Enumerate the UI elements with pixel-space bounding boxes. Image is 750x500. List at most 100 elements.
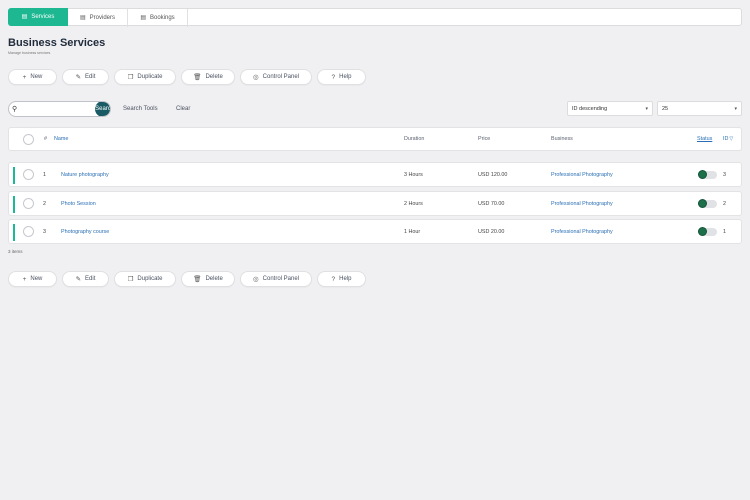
row-checkbox[interactable]	[23, 198, 34, 209]
row-num: 3	[43, 228, 46, 235]
search-icon: ⚲	[12, 106, 18, 113]
delete-button[interactable]: 🗑 Delete	[181, 271, 235, 287]
header-status[interactable]: Status	[697, 128, 712, 150]
copy-icon: ❐	[127, 276, 134, 283]
edit-button-label: Edit	[85, 276, 96, 282]
row-num: 2	[43, 200, 46, 207]
control-panel-button-label: Control Panel	[262, 276, 300, 282]
clear-button[interactable]: Clear	[176, 106, 190, 112]
services-icon: ▤	[21, 14, 28, 20]
row-duration: 3 Hours	[404, 171, 423, 178]
duplicate-button[interactable]: ❐ Duplicate	[114, 69, 176, 85]
row-accent	[13, 196, 15, 213]
duplicate-button[interactable]: ❐ Duplicate	[114, 271, 176, 287]
status-toggle[interactable]	[698, 170, 717, 179]
limit-select-value: 25	[662, 105, 669, 112]
tab-services[interactable]: ▤ Services	[8, 8, 68, 26]
select-all-checkbox[interactable]	[23, 133, 34, 145]
question-icon: ?	[331, 275, 336, 283]
table-row: 2 Photo Session 2 Hours USD 70.00 Profes…	[8, 191, 742, 216]
row-checkbox[interactable]	[23, 169, 34, 180]
tab-services-label: Services	[31, 14, 55, 20]
page-title: Business Services	[8, 37, 106, 49]
tab-bookings[interactable]: ▤ Bookings	[128, 9, 188, 27]
header-num: #	[44, 136, 47, 142]
status-toggle[interactable]	[698, 199, 717, 208]
tab-bookings-label: Bookings	[149, 15, 175, 21]
new-button[interactable]: + New	[8, 271, 57, 287]
row-business-link[interactable]: Professional Photography	[551, 163, 613, 186]
ordering-select-value: ID descending	[572, 105, 608, 112]
edit-button-label: Edit	[85, 74, 96, 80]
control-panel-button[interactable]: ◎ Control Panel	[240, 271, 312, 287]
limit-select[interactable]: 25 ▾	[657, 101, 742, 116]
trash-icon: 🗑	[193, 276, 202, 283]
chevron-down-icon: ▾	[645, 105, 648, 112]
row-business-link[interactable]: Professional Photography	[551, 192, 613, 215]
row-price: USD 70.00	[478, 200, 505, 207]
page-subtitle: Manage business services	[8, 51, 51, 55]
question-icon: ?	[331, 73, 336, 81]
row-id: 2	[723, 200, 726, 207]
row-business-link[interactable]: Professional Photography	[551, 220, 613, 243]
row-name-link[interactable]: Photography course	[61, 220, 109, 243]
table-row: 1 Nature photography 3 Hours USD 120.00 …	[8, 162, 742, 187]
new-button-label: New	[30, 74, 43, 80]
row-checkbox[interactable]	[23, 226, 34, 237]
control-panel-button[interactable]: ◎ Control Panel	[240, 69, 312, 85]
header-id-label: ID	[723, 136, 729, 142]
bookings-icon: ▤	[140, 15, 146, 21]
row-duration: 1 Hour	[404, 228, 421, 235]
edit-icon: ✎	[75, 74, 82, 81]
delete-button-label: Delete	[205, 276, 223, 282]
row-price: USD 120.00	[478, 171, 508, 178]
row-duration: 2 Hours	[404, 200, 423, 207]
row-name-link[interactable]: Photo Session	[61, 192, 96, 215]
edit-button[interactable]: ✎ Edit	[62, 69, 109, 85]
new-button-label: New	[30, 276, 43, 282]
toolbar-top: + New ✎ Edit ❐ Duplicate 🗑 Delete ◎ Control P…	[8, 69, 366, 85]
providers-icon: ▤	[79, 15, 86, 21]
new-button[interactable]: + New	[8, 69, 57, 85]
dashboard-icon: ◎	[252, 74, 259, 81]
toggle-knob	[698, 199, 707, 208]
help-button-label: Help	[339, 276, 352, 282]
tab-providers[interactable]: ▤ Providers	[68, 9, 128, 27]
duplicate-button-label: Duplicate	[137, 74, 163, 80]
search-button[interactable]: Search	[95, 102, 110, 116]
plus-icon: +	[22, 73, 27, 81]
dashboard-icon: ◎	[252, 276, 259, 283]
search-input[interactable]	[17, 102, 96, 116]
trash-icon: 🗑	[193, 74, 202, 81]
table-row: 3 Photography course 1 Hour USD 20.00 Pr…	[8, 219, 742, 244]
row-name-link[interactable]: Nature photography	[61, 163, 109, 186]
items-count: 3 items	[8, 249, 23, 254]
toolbar-bottom: + New ✎ Edit ❐ Duplicate 🗑 Delete ◎ Control P…	[8, 271, 366, 287]
plus-icon: +	[22, 275, 27, 283]
header-price: Price	[478, 136, 491, 142]
edit-icon: ✎	[75, 276, 82, 283]
copy-icon: ❐	[127, 74, 134, 81]
row-accent	[13, 167, 15, 184]
duplicate-button-label: Duplicate	[137, 276, 163, 282]
header-id[interactable]: ID ▽	[723, 128, 733, 150]
row-num: 1	[43, 171, 46, 178]
search-tools-button[interactable]: Search Tools	[123, 106, 158, 112]
table-header: # Name Duration Price Business Status ID…	[8, 127, 742, 151]
control-panel-button-label: Control Panel	[262, 74, 300, 80]
row-id: 3	[723, 171, 726, 178]
ordering-select[interactable]: ID descending ▾	[567, 101, 653, 116]
row-accent	[13, 224, 15, 241]
row-id: 1	[723, 228, 726, 235]
status-toggle[interactable]	[698, 227, 717, 236]
sort-desc-icon: ▽	[729, 136, 734, 142]
help-button[interactable]: ? Help	[317, 69, 366, 85]
header-name[interactable]: Name	[54, 128, 68, 150]
search-box: ⚲ Search	[8, 101, 111, 117]
help-button[interactable]: ? Help	[317, 271, 366, 287]
delete-button[interactable]: 🗑 Delete	[181, 69, 235, 85]
delete-button-label: Delete	[205, 74, 223, 80]
header-business: Business	[551, 136, 573, 142]
view-tabs: ▤ Services ▤ Providers ▤ Bookings	[8, 8, 742, 27]
edit-button[interactable]: ✎ Edit	[62, 271, 109, 287]
